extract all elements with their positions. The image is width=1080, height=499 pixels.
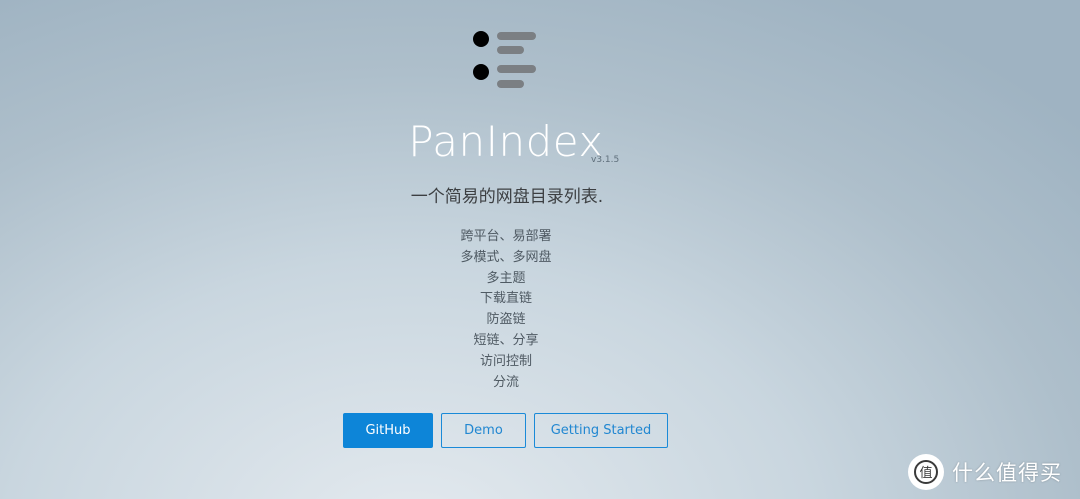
svg-text:值: 值 — [919, 465, 932, 481]
panindex-logo-icon — [473, 31, 536, 88]
watermark: 值 什么值得买 — [908, 452, 1062, 492]
app-version: v3.1.5 — [591, 155, 620, 165]
demo-button[interactable]: Demo — [441, 413, 526, 448]
feature-item: 短链、分享 — [473, 332, 539, 348]
app-title: PanIndex — [408, 117, 604, 166]
feature-item: 跨平台、易部署 — [460, 229, 552, 244]
feature-item: 下载直链 — [479, 291, 532, 307]
feature-item: 防盗链 — [486, 312, 526, 328]
feature-item: 分流 — [492, 374, 519, 390]
getting-started-button[interactable]: Getting Started — [534, 413, 668, 448]
smzdm-logo-icon: 值 — [908, 454, 944, 490]
feature-list: 跨平台、易部署 多模式、多网盘 多主题 下载直链 防盗链 短链、分享 访问控制 … — [0, 227, 1012, 393]
feature-item: 多主题 — [486, 270, 526, 286]
watermark-text: 什么值得买 — [952, 461, 1062, 485]
feature-item: 多模式、多网盘 — [460, 249, 552, 265]
app-tagline: 一个简易的网盘目录列表. — [410, 187, 604, 207]
feature-item: 访问控制 — [479, 353, 532, 369]
github-button[interactable]: GitHub — [343, 413, 433, 448]
hero-section: PanIndex v3.1.5 一个简易的网盘目录列表. 跨平台、易部署 多模式… — [0, 0, 1080, 499]
